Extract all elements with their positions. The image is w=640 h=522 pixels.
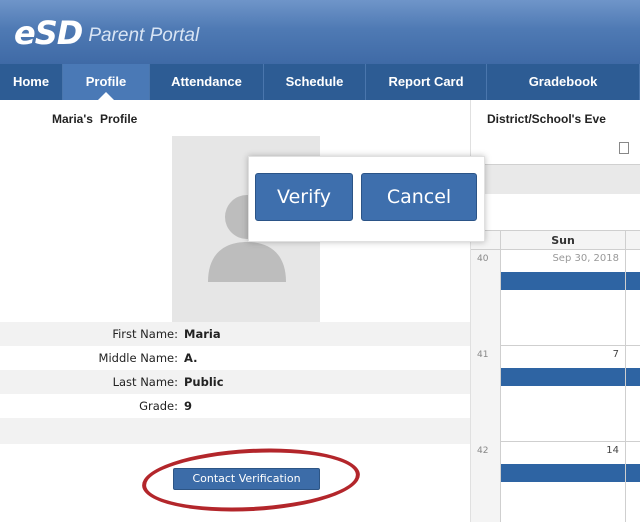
column-divider (625, 346, 626, 442)
field-last-name: Last Name: Public (0, 370, 470, 394)
calendar-week: 40 Sep 30, 2018 (471, 250, 640, 346)
logo-esd-text: eSD (14, 14, 83, 52)
events-title: District/School's Eve (487, 112, 606, 126)
portal-header: eSD Parent Portal (0, 0, 640, 64)
calendar-checkbox[interactable] (619, 142, 629, 154)
nav-home[interactable]: Home (0, 64, 63, 100)
field-label: Middle Name: (98, 351, 178, 365)
calendar-toolbar (471, 164, 640, 194)
field-middle-name: Middle Name: A. (0, 346, 470, 370)
nav-profile[interactable]: Profile (63, 64, 150, 100)
cancel-button[interactable]: Cancel (361, 173, 477, 221)
contact-verification-button[interactable]: Contact Verification (173, 468, 320, 490)
column-divider (625, 442, 626, 522)
field-value: A. (184, 351, 198, 365)
week-number: 41 (471, 346, 501, 442)
events-panel: District/School's Eve Sun 40 Sep 30, 201… (470, 100, 640, 522)
field-label: Last Name: (112, 375, 178, 389)
calendar-header-row: Sun (471, 230, 640, 251)
field-first-name: First Name: Maria (0, 322, 470, 346)
nav-attendance[interactable]: Attendance (150, 64, 264, 100)
week-number: 40 (471, 250, 501, 346)
verify-button[interactable]: Verify (255, 173, 353, 221)
profile-info: First Name: Maria Middle Name: A. Last N… (0, 322, 470, 444)
profile-title: Profile (100, 112, 138, 126)
column-divider (625, 250, 626, 346)
column-divider (625, 231, 626, 251)
field-value: Public (184, 375, 224, 389)
event-bar[interactable] (501, 464, 640, 482)
field-blank-row (0, 418, 470, 444)
esd-logo[interactable]: eSD Parent Portal (14, 14, 199, 52)
calendar-week: 41 7 (471, 346, 640, 442)
field-label: Grade: (139, 399, 178, 413)
week-number: 42 (471, 442, 501, 522)
field-value: Maria (184, 327, 221, 341)
event-bar[interactable] (501, 272, 640, 290)
logo-portal-name: Parent Portal (88, 25, 200, 46)
day-date[interactable]: Sep 30, 2018 (507, 253, 619, 264)
profile-heading: Maria's Profile (0, 112, 470, 132)
field-grade: Grade: 9 (0, 394, 470, 418)
field-label: First Name: (112, 327, 178, 341)
field-value: 9 (184, 399, 193, 413)
day-header-sun: Sun (551, 234, 575, 247)
verify-popup: Verify Cancel (248, 156, 485, 242)
nav-gradebook[interactable]: Gradebook (487, 64, 640, 100)
day-date[interactable]: 7 (507, 349, 619, 360)
nav-schedule[interactable]: Schedule (264, 64, 366, 100)
day-date[interactable]: 14 (507, 445, 619, 456)
profile-owner: Maria's (52, 112, 93, 126)
calendar-week: 42 14 (471, 442, 640, 522)
event-bar[interactable] (501, 368, 640, 386)
main-nav: Home Profile Attendance Schedule Report … (0, 64, 640, 100)
calendar-grid: Sun 40 Sep 30, 2018 41 7 42 14 (471, 230, 640, 522)
nav-report-card[interactable]: Report Card (366, 64, 487, 100)
